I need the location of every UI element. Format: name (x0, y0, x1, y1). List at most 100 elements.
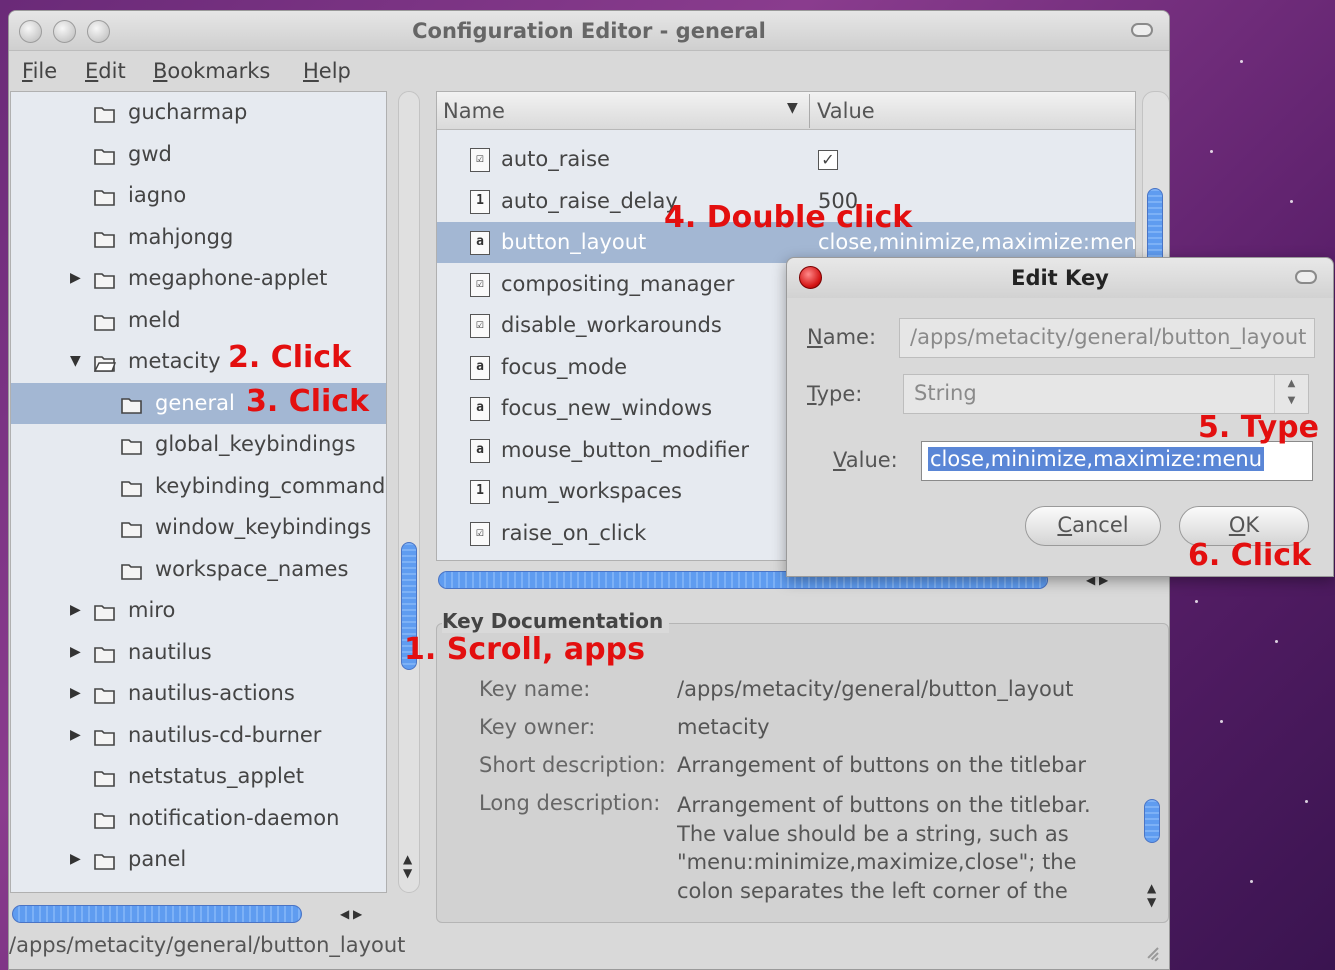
tree-item-netstatus_applet[interactable]: netstatus_applet (11, 756, 386, 797)
key-name: focus_new_windows (501, 396, 713, 420)
resize-grip-icon[interactable] (1134, 937, 1159, 962)
tree-item-nautilus[interactable]: ▶ nautilus (11, 632, 386, 673)
tree-item-meld[interactable]: meld (11, 300, 386, 341)
dialog-titlebar[interactable]: Edit Key (787, 258, 1333, 298)
expander-closed-icon[interactable]: ▶ (70, 644, 81, 660)
tree-item-label: panel (128, 847, 187, 871)
tree-item-label: nautilus (128, 639, 212, 664)
menu-edit[interactable]: Edit (85, 59, 126, 83)
menu-help[interactable]: Help (303, 59, 351, 83)
tree-item-mahjongg[interactable]: mahjongg (11, 217, 386, 258)
annotation-step-1: 1. Scroll, apps (404, 632, 645, 667)
dialog-name-field: /apps/metacity/general/button_layout (899, 318, 1315, 358)
expander-closed-icon[interactable]: ▶ (70, 727, 81, 743)
expander-open-icon[interactable]: ▼ (70, 353, 81, 369)
dialog-name-label: Name: (807, 325, 877, 349)
tree-item-label: netstatus_applet (128, 764, 305, 788)
scroll-arrows-icon[interactable]: ▲ ▼ (1147, 881, 1156, 909)
boolean-icon: ☑ (470, 314, 490, 338)
expander-closed-icon[interactable]: ▶ (70, 851, 81, 867)
key-name: raise_on_click (501, 520, 647, 545)
folder-icon (94, 602, 116, 621)
folder-icon (94, 644, 116, 663)
key-name: auto_raise_delay (501, 188, 678, 213)
folder-icon (94, 768, 116, 787)
tree-item-global_keybindings[interactable]: global_keybindings (11, 424, 386, 465)
doc-scroll-thumb[interactable] (1144, 799, 1160, 843)
key-name: focus_mode (501, 354, 628, 379)
annotation-step-4: 4. Double click (664, 200, 913, 235)
tree-item-label: general (155, 390, 235, 415)
tree-item-nautilus-cd-burner[interactable]: ▶ nautilus-cd-burner (11, 715, 386, 756)
tree-horizontal-scrollbar[interactable]: ◀ ▶ (10, 903, 388, 927)
expander-closed-icon[interactable]: ▶ (70, 270, 81, 286)
folder-icon (94, 229, 116, 248)
key-row-auto_raise[interactable]: ☑ auto_raise ✓ (437, 139, 1135, 180)
doc-vertical-scrollbar[interactable]: ▲ ▼ (1142, 795, 1166, 925)
tree-item-label: megaphone-applet (128, 266, 328, 290)
folder-icon (121, 436, 143, 455)
annotation-step-5: 5. Type (1198, 410, 1319, 445)
menu-bookmarks[interactable]: Bookmarks (153, 59, 270, 83)
folder-icon (121, 395, 143, 414)
boolean-icon: ☑ (470, 148, 490, 172)
column-value-header[interactable]: Value (817, 99, 875, 123)
key-name: num_workspaces (501, 479, 682, 503)
value-checkbox[interactable]: ✓ (818, 150, 838, 170)
tree-item-label: gucharmap (128, 100, 248, 124)
expander-closed-icon[interactable]: ▶ (70, 602, 81, 618)
folder-icon (94, 727, 116, 746)
expander-closed-icon[interactable]: ▶ (70, 685, 81, 701)
string-icon: a (470, 355, 490, 380)
dialog-title: Edit Key (1011, 266, 1109, 290)
menu-file[interactable]: File (22, 59, 57, 83)
folder-icon (94, 187, 116, 206)
key-name: mouse_button_modifier (501, 437, 749, 462)
tree-item-gwd[interactable]: gwd (11, 134, 386, 175)
key-name: disable_workarounds (501, 313, 722, 337)
tree-item-panel[interactable]: ▶ panel (11, 839, 386, 880)
sort-down-icon[interactable]: ▼ (787, 100, 798, 116)
key-name: compositing_manager (501, 271, 735, 296)
tree-vertical-scrollbar[interactable]: ▲ ▼ (398, 91, 420, 893)
list-header: Name ▼ Value (437, 92, 1135, 130)
dialog-type-select: String ▲ ▼ (903, 374, 1309, 414)
tree-item-label: global_keybindings (155, 432, 356, 456)
tree-item-label: miro (128, 598, 176, 622)
directory-tree[interactable]: gucharmap gwd iagno mahjongg ▶ megaphone-appl… (10, 91, 387, 893)
tree-item-megaphone-applet[interactable]: ▶ megaphone-applet (11, 258, 386, 299)
tree-item-label: mahjongg (128, 224, 234, 249)
tree-item-notification-daemon[interactable]: notification-daemon (11, 798, 386, 839)
dialog-value-input[interactable]: close,minimize,maximize:menu (921, 441, 1313, 481)
tree-item-keybinding_commands[interactable]: keybinding_commands (11, 466, 386, 507)
tree-item-workspace_names[interactable]: workspace_names (11, 549, 386, 590)
long-description-label: Long description: (479, 791, 661, 815)
cancel-button[interactable]: Cancel (1025, 506, 1161, 546)
dialog-type-label: Type: (807, 382, 863, 406)
folder-icon (94, 104, 116, 123)
tree-item-gucharmap[interactable]: gucharmap (11, 92, 386, 133)
tree-item-nautilus-actions[interactable]: ▶ nautilus-actions (11, 673, 386, 714)
dialog-value-text[interactable]: close,minimize,maximize:menu (928, 447, 1265, 471)
tree-item-window_keybindings[interactable]: window_keybindings (11, 507, 386, 548)
hscroll-arrows-icon[interactable]: ◀ ▶ (340, 907, 362, 921)
tree-item-label: window_keybindings (155, 515, 372, 539)
scroll-arrows-icon[interactable]: ▲ ▼ (403, 852, 412, 880)
boolean-icon: ☑ (470, 521, 490, 546)
short-description-value: Arrangement of buttons on the titlebar (677, 753, 1086, 777)
window-title: Configuration Editor - general (412, 19, 766, 43)
tree-hscroll-thumb[interactable] (12, 905, 302, 923)
list-scroll-thumb[interactable] (1147, 188, 1163, 268)
key-name-label: Key name: (479, 677, 591, 701)
tree-item-miro[interactable]: ▶ miro (11, 590, 386, 631)
shade-window-button[interactable] (1131, 23, 1153, 37)
tree-item-iagno[interactable]: iagno (11, 175, 386, 216)
shade-dialog-button[interactable] (1295, 270, 1317, 284)
folder-icon (94, 146, 116, 165)
tree-item-label: gwd (128, 141, 172, 166)
window-titlebar[interactable]: Configuration Editor - general (9, 11, 1169, 51)
column-name-header[interactable]: Name (443, 99, 505, 123)
tree-item-label: nautilus-actions (128, 681, 295, 705)
integer-icon: 1 (470, 189, 490, 214)
annotation-step-3: 3. Click (246, 384, 370, 419)
